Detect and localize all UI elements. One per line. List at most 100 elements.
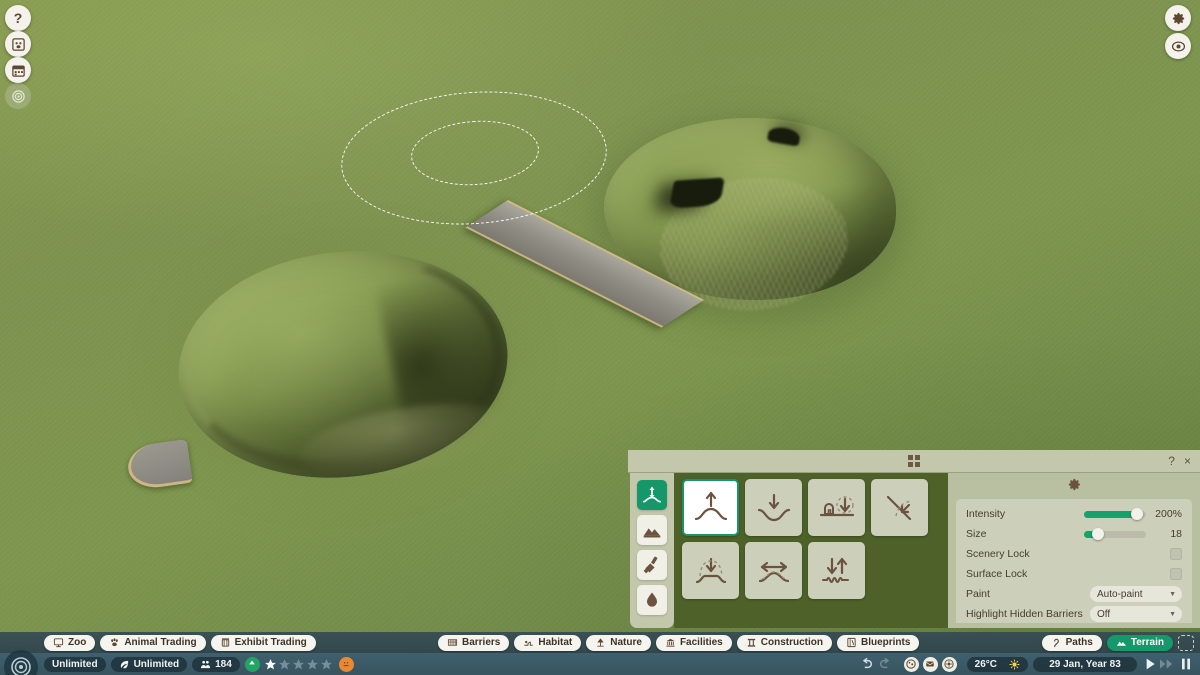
- window-help-button[interactable]: ?: [1168, 453, 1175, 469]
- paint-dropdown[interactable]: Auto-paint ▼: [1090, 586, 1182, 602]
- play-button[interactable]: [1142, 656, 1158, 672]
- slope-terrain-tool[interactable]: [871, 479, 928, 536]
- fence-icon: [447, 637, 458, 648]
- zoo-button[interactable]: Zoo: [44, 635, 95, 651]
- terrain-window-body: Intensity 200% Size 18: [628, 473, 1200, 628]
- smooth-terrain-tool[interactable]: [745, 542, 802, 599]
- target-icon: [11, 89, 26, 104]
- paint-dropdown-value: Auto-paint: [1097, 589, 1143, 600]
- barriers-label: Barriers: [462, 637, 500, 648]
- mail-icon: [925, 659, 935, 669]
- habitat-label: Habitat: [538, 637, 572, 648]
- raise-terrain-tool[interactable]: [682, 479, 739, 536]
- terrain-height-category[interactable]: [637, 480, 667, 510]
- notifications-button[interactable]: [904, 657, 919, 672]
- exhibit-trading-button[interactable]: Exhibit Trading: [211, 635, 316, 651]
- terrain-window-titlebar[interactable]: ? ×: [628, 450, 1200, 473]
- game-screen: ?: [0, 0, 1200, 675]
- exhibit-icon: [220, 637, 231, 648]
- scenery-lock-setting: Scenery Lock: [966, 544, 1182, 564]
- close-icon[interactable]: ×: [1184, 453, 1191, 469]
- research-button[interactable]: [942, 657, 957, 672]
- blueprints-button[interactable]: Blueprints: [837, 635, 919, 651]
- size-label: Size: [966, 528, 1084, 540]
- temperature-value: 26°C: [975, 659, 997, 670]
- calendar-button[interactable]: [5, 57, 31, 83]
- paw-icon: [109, 637, 120, 648]
- help-button[interactable]: ?: [5, 5, 31, 31]
- animal-trading-button[interactable]: Animal Trading: [100, 635, 205, 651]
- highlight-hidden-barriers-dropdown[interactable]: Off ▼: [1090, 606, 1182, 622]
- sun-icon: [1009, 659, 1020, 670]
- level-to-object-tool[interactable]: [808, 479, 865, 536]
- paths-button[interactable]: Paths: [1042, 635, 1102, 651]
- map-globe-button[interactable]: [4, 650, 38, 675]
- grid-handle-icon[interactable]: [908, 455, 921, 468]
- chevron-down-icon: ▼: [1169, 591, 1176, 598]
- rating-star-filled: [264, 658, 277, 671]
- terrain-hill-icon: [1116, 637, 1127, 648]
- rating-star-empty: [278, 658, 291, 671]
- terrain-paint-category[interactable]: [637, 550, 667, 580]
- terrain-category-rail: [630, 473, 674, 628]
- chevron-down-icon: ▼: [1169, 611, 1176, 618]
- settings-button[interactable]: [1165, 5, 1191, 31]
- weather-display: 26°C: [967, 657, 1028, 672]
- pause-icon: [1178, 656, 1194, 672]
- zoopedia-button[interactable]: [5, 31, 31, 57]
- nature-button[interactable]: Nature: [586, 635, 651, 651]
- redo-button[interactable]: [878, 656, 894, 672]
- surface-lock-label: Surface Lock: [966, 568, 1170, 580]
- pause-button[interactable]: [1178, 656, 1194, 672]
- up-down-arrows-wave-icon: [817, 551, 857, 591]
- alert-circle-icon: [906, 659, 916, 669]
- paint-setting: Paint Auto-paint ▼: [966, 584, 1182, 604]
- messages-button[interactable]: [923, 657, 938, 672]
- blueprints-label: Blueprints: [861, 637, 910, 648]
- bottom-hud: Zoo Animal Trading Exhibit Trading: [0, 632, 1200, 675]
- terrain-button[interactable]: Terrain: [1107, 635, 1173, 651]
- question-mark-icon: ?: [14, 10, 23, 26]
- flatten-terrain-tool[interactable]: [682, 542, 739, 599]
- path-icon: [1051, 637, 1062, 648]
- terrain-window-controls: ? ×: [1168, 453, 1191, 469]
- paint-label: Paint: [966, 588, 1090, 600]
- arrow-down-valley-icon: [754, 488, 794, 528]
- intensity-slider[interactable]: [1084, 511, 1146, 518]
- roughen-terrain-tool[interactable]: [808, 542, 865, 599]
- guest-count-value: 184: [215, 659, 232, 670]
- scenery-lock-checkbox[interactable]: [1170, 548, 1182, 560]
- research-icon: [944, 659, 954, 669]
- intensity-value: 200%: [1152, 508, 1182, 520]
- barriers-button[interactable]: Barriers: [438, 635, 509, 651]
- surface-lock-checkbox[interactable]: [1170, 568, 1182, 580]
- fast-forward-icon: [1158, 656, 1174, 672]
- construction-button[interactable]: Construction: [737, 635, 832, 651]
- guest-mood-indicator: [339, 657, 354, 672]
- facilities-label: Facilities: [680, 637, 723, 648]
- undo-arrow-icon: [858, 656, 874, 672]
- nature-label: Nature: [610, 637, 642, 648]
- status-bar: Unlimited Unlimited 184: [0, 653, 1200, 675]
- terrain-landscape-category[interactable]: [637, 515, 667, 545]
- pillar-icon: [746, 637, 757, 648]
- date-display: 29 Jan, Year 83: [1033, 657, 1137, 672]
- surface-lock-setting: Surface Lock: [966, 564, 1182, 584]
- habitat-button[interactable]: Habitat: [514, 635, 581, 651]
- undo-button[interactable]: [858, 656, 874, 672]
- camera-button[interactable]: [1165, 33, 1191, 59]
- exhibit-trading-label: Exhibit Trading: [235, 637, 307, 648]
- lower-terrain-tool[interactable]: [745, 479, 802, 536]
- paths-label: Paths: [1066, 637, 1093, 648]
- terrain-water-category[interactable]: [637, 585, 667, 615]
- water-drop-icon: [642, 590, 662, 610]
- objectives-button[interactable]: [5, 83, 31, 109]
- facilities-button[interactable]: Facilities: [656, 635, 732, 651]
- terrain-grid-button[interactable]: [1178, 635, 1194, 651]
- diagonal-slope-icon: [880, 488, 920, 528]
- terrain-settings-gear[interactable]: [948, 473, 1200, 492]
- size-slider[interactable]: [1084, 531, 1146, 538]
- fast-forward-button[interactable]: [1158, 656, 1174, 672]
- play-icon: [1142, 656, 1158, 672]
- zoo-sign-icon: [53, 637, 64, 648]
